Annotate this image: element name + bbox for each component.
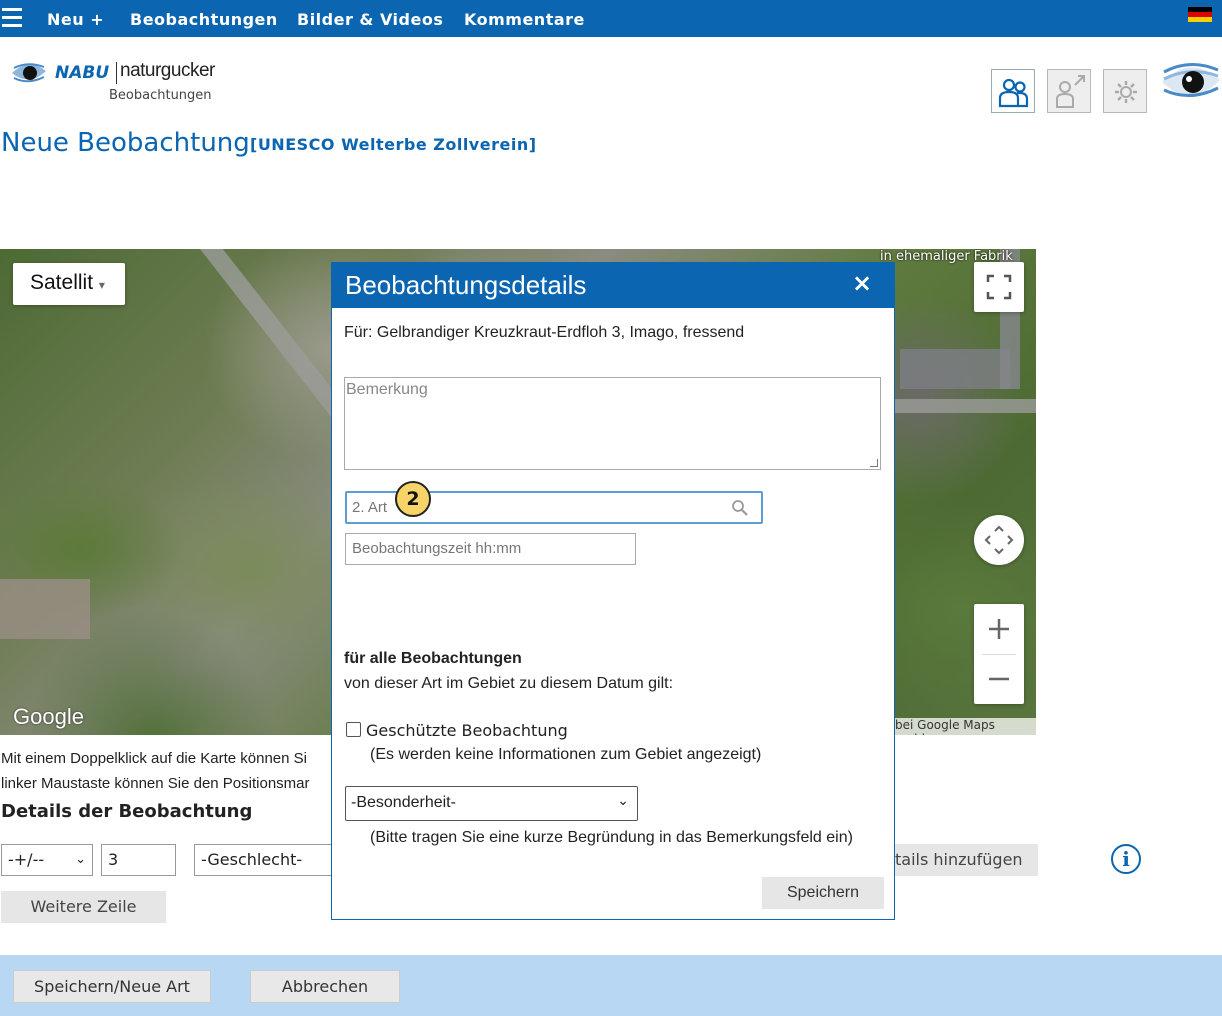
precision-select[interactable]: -+/-- ⌄	[1, 844, 93, 876]
hamburger-menu-icon[interactable]	[2, 8, 22, 28]
nav-new[interactable]: Neu +	[47, 10, 104, 29]
logo-subtitle: Beobachtungen	[109, 88, 212, 103]
user-share-button[interactable]	[1047, 69, 1091, 113]
chevron-down-icon: ⌄	[75, 852, 86, 867]
settings-button[interactable]	[1103, 69, 1147, 113]
plus-icon	[989, 619, 1009, 639]
add-details-button[interactable]: tails hinzufügen	[895, 844, 1038, 876]
naturgucker-eye-logo[interactable]	[1160, 52, 1222, 112]
map-road	[890, 399, 1036, 413]
observation-details-dialog: Beobachtungsdetails × Für: Gelbrandiger …	[331, 262, 895, 920]
dialog-title: Beobachtungsdetails	[345, 270, 587, 300]
pan-arrows-icon	[984, 525, 1014, 555]
more-row-button[interactable]: Weitere Zeile	[1, 891, 166, 923]
nav-observations[interactable]: Beobachtungen	[130, 10, 278, 29]
all-observations-text: von dieser Art im Gebiet zu diesem Datum…	[344, 675, 674, 692]
step-badge: 2	[395, 481, 431, 517]
species-summary: Für: Gelbrandiger Kreuzkraut-Erdfloh 3, …	[344, 324, 745, 341]
users-icon	[998, 78, 1029, 108]
all-observations-heading: für alle Beobachtungen	[344, 650, 522, 667]
naturgucker-eye-icon[interactable]	[10, 55, 48, 91]
german-flag-icon[interactable]	[1188, 7, 1212, 22]
count-input[interactable]: 3	[101, 844, 176, 876]
users-button[interactable]	[991, 69, 1035, 113]
protected-label[interactable]: Geschützte Beobachtung	[366, 721, 568, 740]
footer-bar: Speichern/Neue Art Abbrechen	[0, 955, 1222, 1016]
special-feature-note: (Bitte tragen Sie eine kurze Begründung …	[370, 829, 853, 846]
details-heading: Details der Beobachtung	[1, 801, 253, 822]
chevron-down-icon: ▾	[98, 278, 105, 292]
zoom-control	[974, 604, 1024, 704]
fullscreen-button[interactable]	[974, 262, 1024, 312]
search-icon	[732, 500, 748, 516]
logo-naturgucker: naturgucker	[120, 60, 215, 81]
protected-note: (Es werden keine Informationen zum Gebie…	[370, 746, 762, 763]
map-hint-line-1: Mit einem Doppelklick auf die Karte könn…	[1, 750, 307, 767]
chevron-down-icon: ⌄	[617, 792, 629, 808]
nav-images-videos[interactable]: Bilder & Videos	[297, 10, 443, 29]
minus-icon	[989, 677, 1009, 681]
save-new-species-button[interactable]: Speichern/Neue Art	[13, 970, 211, 1003]
zoom-out-button[interactable]	[974, 654, 1024, 704]
google-attribution: Google	[13, 704, 84, 729]
save-button[interactable]: Speichern	[762, 877, 884, 909]
map-building	[900, 349, 1010, 389]
report-map-error-link[interactable]: bei Google Maps melden	[893, 718, 1036, 735]
cancel-button[interactable]: Abbrechen	[250, 970, 400, 1003]
page-title: Neue Beobachtung	[1, 128, 250, 158]
protected-checkbox[interactable]	[346, 722, 361, 737]
fullscreen-icon	[986, 274, 1012, 300]
zoom-in-button[interactable]	[974, 604, 1024, 654]
area-subtitle: [UNESCO Welterbe Zollverein]	[250, 135, 537, 154]
special-feature-select[interactable]: -Besonderheit- ⌄	[345, 786, 638, 821]
top-navbar: Neu + Beobachtungen Bilder & Videos Komm…	[0, 0, 1222, 37]
dialog-header: Beobachtungsdetails ×	[332, 263, 894, 308]
map-hint-line-2: linker Maustaste können Sie den Position…	[1, 775, 310, 792]
user-share-icon	[1056, 75, 1085, 108]
info-icon[interactable]: i	[1111, 844, 1141, 874]
logo-separator	[116, 62, 117, 84]
resize-grip-icon[interactable]	[870, 459, 878, 467]
logo-nabu: NABU	[55, 63, 110, 83]
sex-select[interactable]: -Geschlecht-	[194, 844, 334, 876]
settings-icon	[1115, 81, 1137, 103]
map-houses	[0, 579, 90, 639]
pan-control[interactable]	[974, 515, 1024, 565]
map-type-select[interactable]: Satellit ▾	[13, 263, 125, 305]
nav-comments[interactable]: Kommentare	[464, 10, 585, 29]
observation-time-input[interactable]: Beobachtungszeit hh:mm	[345, 533, 636, 565]
remark-textarea[interactable]: Bemerkung	[344, 377, 881, 470]
close-icon[interactable]: ×	[852, 269, 872, 297]
